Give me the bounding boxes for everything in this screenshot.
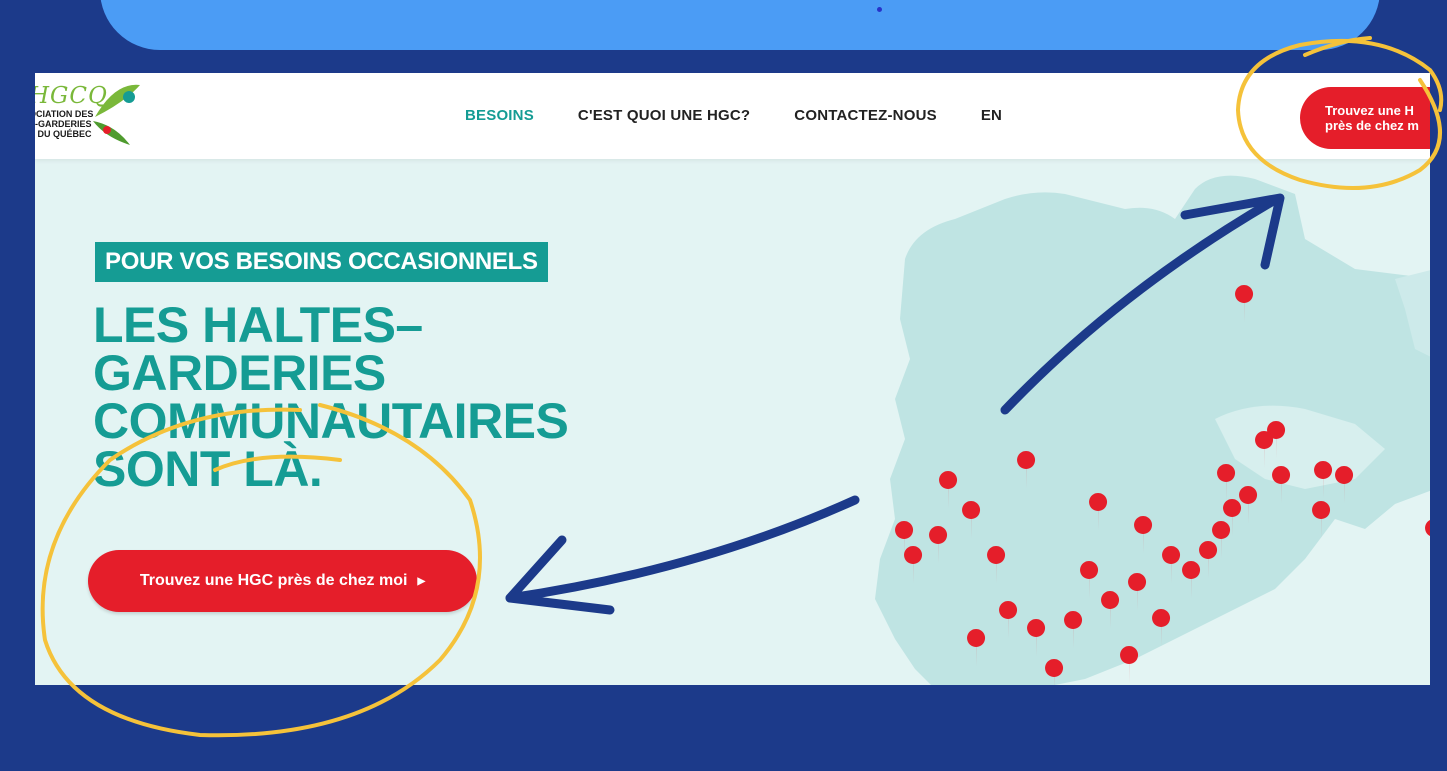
nav-language-en[interactable]: EN <box>981 107 1002 124</box>
nav-besoins[interactable]: BESOINS <box>465 107 534 124</box>
headline-line: GARDERIES <box>93 345 386 401</box>
caret-right-icon: ▶ <box>417 575 426 587</box>
hero-eyebrow: POUR VOS BESOINS OCCASIONNELS <box>95 242 548 282</box>
quebec-map <box>875 175 1430 685</box>
top-banner <box>100 0 1380 50</box>
header-find-hgc-button[interactable]: Trouvez une H près de chez m <box>1300 87 1430 149</box>
logo-leaf-icon <box>93 84 140 145</box>
nav-contactez-nous[interactable]: CONTACTEZ-NOUS <box>794 107 937 124</box>
headline-line: LES HALTES– <box>93 297 423 353</box>
website-screenshot: HGCQ OCIATION DES S-GARDERIES S DU QUÉBE… <box>35 73 1430 685</box>
main-nav: BESOINS C'EST QUOI UNE HGC? CONTACTEZ-NO… <box>465 107 1002 124</box>
headline-line: SONT LÀ. <box>93 441 323 497</box>
nav-quest-ce-quune-hgc[interactable]: C'EST QUOI UNE HGC? <box>578 107 750 124</box>
site-header: HGCQ OCIATION DES S-GARDERIES S DU QUÉBE… <box>35 73 1430 159</box>
hero-find-hgc-button[interactable]: Trouvez une HGC près de chez moi ▶ <box>88 550 477 612</box>
banner-dot <box>877 7 882 12</box>
headline-line: COMMUNAUTAIRES <box>93 393 569 449</box>
site-logo[interactable]: HGCQ OCIATION DES S-GARDERIES S DU QUÉBE… <box>35 77 149 155</box>
hero-cta-label: Trouvez une HGC près de chez moi <box>139 572 408 589</box>
hero-headline: LES HALTES– GARDERIES COMMUNAUTAIRES SON… <box>93 297 653 497</box>
